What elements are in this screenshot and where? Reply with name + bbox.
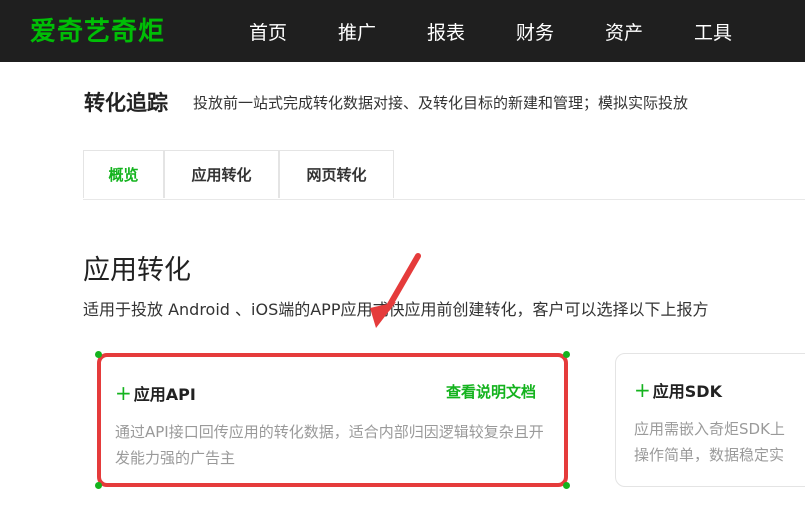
page-description: 投放前一站式完成转化数据对接、及转化目标的新建和管理；模拟实际投放	[193, 94, 689, 112]
red-arrow-annotation	[370, 253, 421, 328]
card-description: 应用需嵌入奇炬SDK上 操作简单，数据稳定实	[634, 416, 805, 468]
card-title: + 应用API	[115, 381, 196, 405]
nav-item-promote[interactable]: 推广	[338, 18, 376, 45]
plus-icon: +	[115, 381, 132, 405]
nav-item-assets[interactable]: 资产	[605, 18, 643, 45]
card-title-label: 应用SDK	[652, 382, 722, 401]
section-title: 应用转化	[83, 255, 191, 286]
app-sdk-card[interactable]: + 应用SDK 应用需嵌入奇炬SDK上 操作简单，数据稳定实	[615, 353, 805, 487]
card-description-line: 应用需嵌入奇炬SDK上	[634, 420, 785, 438]
page-title: 转化追踪	[84, 91, 168, 115]
card-description: 通过API接口回传应用的转化数据，适合内部归因逻辑较复杂且开发能力强的广告主	[115, 423, 544, 467]
nav-item-home[interactable]: 首页	[249, 18, 287, 45]
view-docs-link[interactable]: 查看说明文档	[446, 381, 536, 402]
plus-icon: +	[634, 378, 651, 402]
card-description-line: 操作简单，数据稳定实	[634, 446, 785, 464]
tab-web-conversion[interactable]: 网页转化	[279, 150, 394, 198]
nav-item-finance[interactable]: 财务	[516, 18, 554, 45]
nav-item-tools[interactable]: 工具	[694, 18, 732, 45]
top-nav-bar: 爱奇艺奇炬 首页 推广 报表 财务 资产 工具	[0, 0, 805, 62]
tab-app-conversion[interactable]: 应用转化	[164, 150, 279, 198]
card-title-label: 应用API	[133, 385, 196, 404]
corner-marker	[563, 482, 570, 489]
tab-overview[interactable]: 概览	[83, 150, 164, 198]
corner-marker	[95, 482, 102, 489]
card-title: + 应用SDK	[634, 378, 722, 402]
app-api-card[interactable]: + 应用API 查看说明文档 通过API接口回传应用的转化数据，适合内部归因逻辑较…	[95, 351, 570, 489]
corner-marker	[563, 351, 570, 358]
brand-logo[interactable]: 爱奇艺奇炬	[30, 11, 165, 48]
tab-bar: 概览 应用转化 网页转化	[83, 150, 805, 200]
nav-item-reports[interactable]: 报表	[427, 18, 465, 45]
corner-marker	[95, 351, 102, 358]
